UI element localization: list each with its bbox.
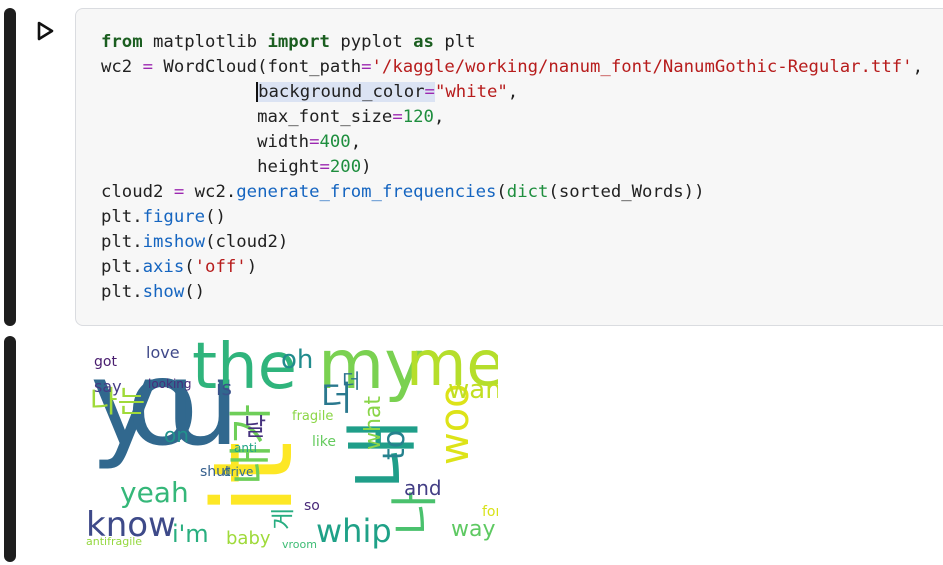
wordcloud-word: yeah [120, 476, 189, 509]
code-token: cloud2 [101, 182, 174, 202]
wordcloud-word: for [482, 504, 498, 520]
code-token: (cloud2) [205, 232, 289, 252]
code-token: wc2 [101, 57, 143, 77]
code-line[interactable]: plt.imshow(cloud2) [101, 230, 923, 255]
cell-output: youitmymethe나는내내가나knowyeahwhipwoowanttoi… [86, 326, 512, 551]
code-token: = [392, 107, 403, 127]
code-token: from [101, 32, 143, 52]
code-token: plt. [101, 257, 143, 277]
code-token: wc2. [184, 182, 237, 202]
code-token: 200 [329, 157, 362, 177]
code-token: pyplot [329, 32, 414, 52]
code-token: WordCloud(font_path [153, 57, 362, 77]
code-token: plt. [101, 207, 143, 227]
code-token: as [413, 32, 434, 52]
code-line[interactable]: cloud2 = wc2.generate_from_frequencies(d… [101, 180, 923, 205]
wordcloud-word: whip [316, 512, 392, 550]
cell-gutter [4, 8, 16, 326]
code-token: = [361, 57, 372, 77]
code-line[interactable]: background_color="white", [101, 80, 923, 105]
wordcloud-word: want [448, 375, 498, 405]
wordcloud-word: what [361, 396, 386, 450]
code-token: = [424, 82, 435, 102]
wordcloud-image: youitmymethe나는내내가나knowyeahwhipwoowanttoi… [86, 326, 512, 551]
code-token: max_font_size [101, 107, 393, 127]
code-line[interactable]: height=200) [101, 155, 923, 180]
code-token: , [350, 132, 362, 152]
wordcloud-word: 날 [244, 413, 266, 441]
code-token: plt [433, 32, 476, 52]
code-editor[interactable]: from matplotlib import pyplot as plt wc2 … [101, 30, 923, 305]
wordcloud-word: vroom [282, 538, 317, 550]
code-token: , [912, 57, 923, 77]
code-token: figure [142, 207, 206, 227]
code-token: 120 [402, 107, 434, 127]
wordcloud-word: like [312, 434, 336, 450]
code-token: '/kaggle/working/nanum_font/NanumGothic-… [371, 57, 913, 77]
code-token: plt. [101, 282, 143, 302]
code-line[interactable]: max_font_size=120, [101, 105, 923, 130]
code-token: , [433, 107, 445, 127]
code-token: ) [361, 157, 372, 177]
code-token: = [142, 57, 154, 77]
code-line[interactable]: plt.show() [101, 280, 923, 305]
code-line[interactable]: plt.figure() [101, 205, 923, 230]
wordcloud-word: anti [234, 441, 257, 455]
wordcloud-word: so [304, 498, 320, 514]
wordcloud-word: 게 [269, 508, 297, 530]
code-line[interactable]: plt.axis('off') [101, 255, 923, 280]
code-token: () [205, 207, 226, 227]
wordcloud-word: and [404, 476, 442, 500]
code-token: imshow [142, 232, 206, 252]
code-token: height [101, 157, 320, 177]
wordcloud-word: love [146, 343, 180, 362]
output-gutter [4, 336, 16, 562]
run-cell-icon[interactable] [34, 20, 56, 42]
code-token: = [309, 132, 320, 152]
code-token: dict [506, 182, 549, 202]
code-token: matplotlib [142, 32, 268, 52]
code-token: = [319, 157, 330, 177]
code-token: ( [184, 257, 195, 277]
code-token: 400 [319, 132, 351, 152]
wordcloud-word: fragile [292, 409, 333, 424]
wordcloud-word: on [164, 423, 189, 447]
code-line[interactable]: from matplotlib import pyplot as plt [101, 30, 923, 55]
wordcloud-word: i'm [172, 520, 209, 548]
wordcloud-word: is [216, 376, 232, 400]
code-token: () [184, 282, 206, 302]
wordcloud-word: way [451, 517, 496, 542]
code-token: show [142, 282, 185, 302]
wordcloud-word: drive [223, 465, 253, 479]
wordcloud-word: looking [148, 377, 192, 391]
code-line[interactable]: wc2 = WordCloud(font_path='/kaggle/worki… [101, 55, 923, 80]
code-token: axis [142, 257, 185, 277]
code-token: import [267, 32, 330, 52]
code-token: (sorted_Words)) [548, 182, 705, 202]
wordcloud-word: got [94, 354, 117, 370]
code-token: = [173, 182, 185, 202]
code-token: ) [246, 257, 258, 277]
wordcloud-word: baby [226, 528, 271, 549]
code-token: ( [496, 182, 507, 202]
code-token: background_color [256, 82, 425, 102]
code-token: width [101, 132, 310, 152]
code-token: 'off' [194, 257, 247, 277]
wordcloud-word: say [94, 377, 122, 396]
wordcloud-word: antifragile [86, 535, 142, 548]
code-token: , [507, 82, 519, 102]
code-token: "white" [434, 82, 508, 102]
code-token: plt. [101, 232, 143, 252]
code-line[interactable]: width=400, [101, 130, 923, 155]
wordcloud-word: 더 [342, 369, 360, 393]
code-token: generate_from_frequencies [236, 182, 497, 202]
wordcloud-word: oh [281, 345, 313, 375]
